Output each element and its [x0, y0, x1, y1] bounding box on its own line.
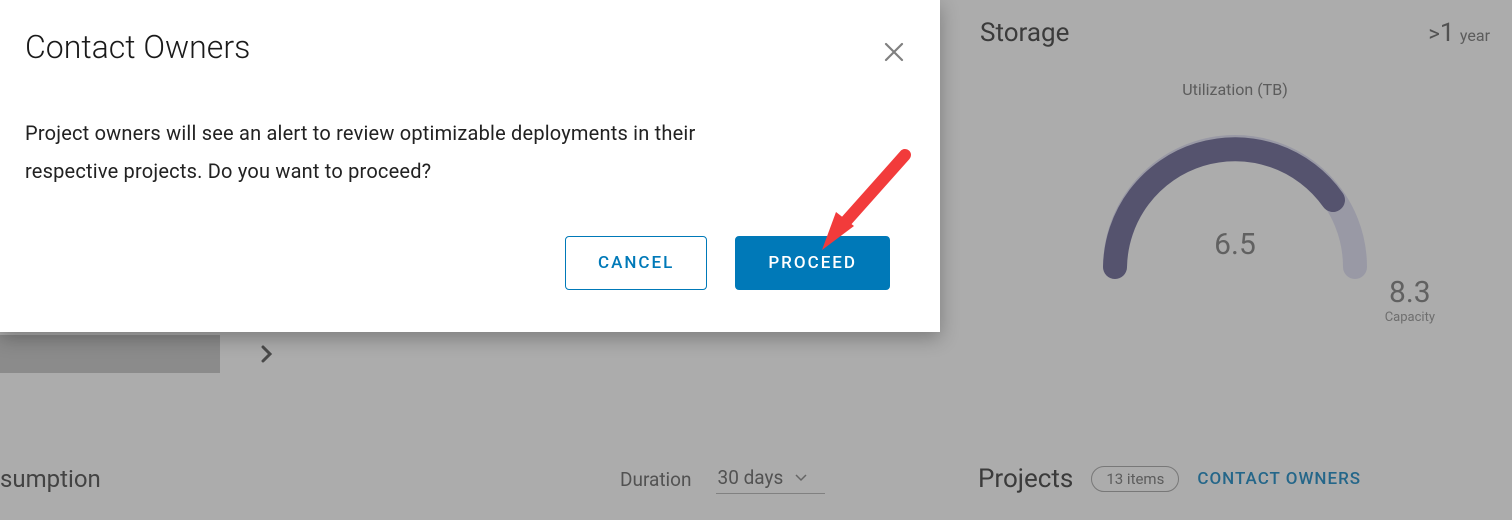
contact-owners-modal: Contact Owners Project owners will see a… — [0, 0, 940, 332]
cancel-button[interactable]: CANCEL — [565, 236, 707, 290]
modal-title: Contact Owners — [25, 28, 910, 66]
proceed-button[interactable]: PROCEED — [735, 236, 890, 290]
modal-actions: CANCEL PROCEED — [565, 236, 890, 290]
close-icon — [882, 40, 906, 64]
modal-close-button[interactable] — [882, 40, 906, 68]
modal-body-text: Project owners will see an alert to revi… — [25, 114, 785, 190]
